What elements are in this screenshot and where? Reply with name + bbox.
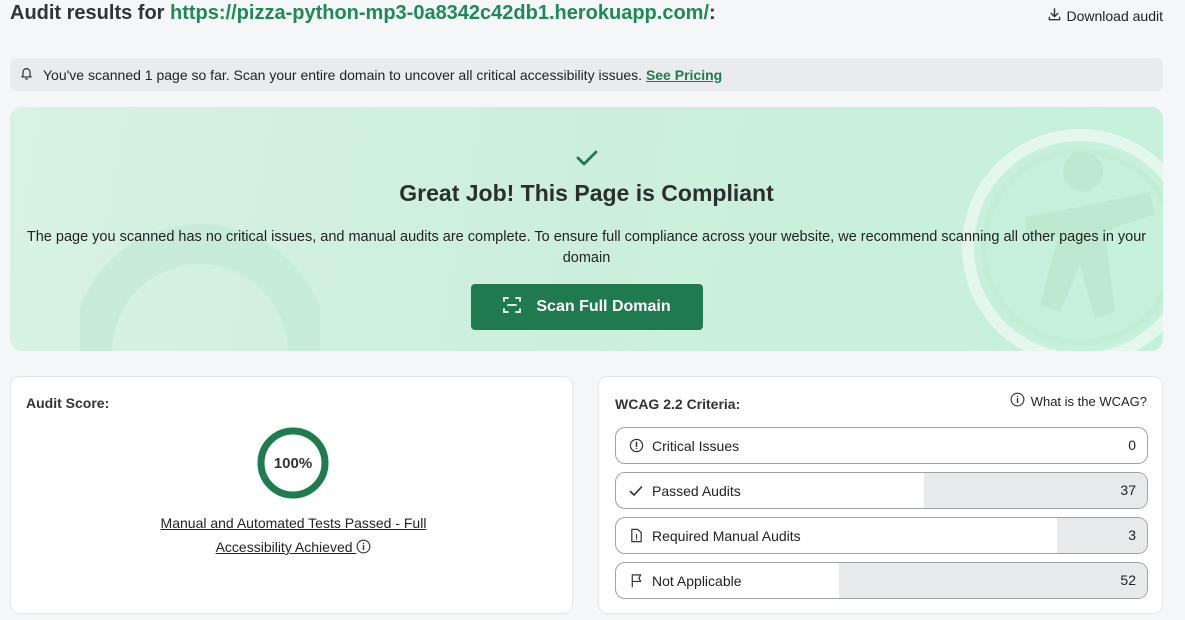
criteria-label: Required Manual Audits	[652, 527, 801, 544]
criteria-count: 0	[1128, 437, 1136, 453]
criteria-row-required-manual-audits[interactable]: Required Manual Audits 3	[615, 517, 1148, 554]
scan-full-domain-button[interactable]: Scan Full Domain	[470, 284, 703, 330]
download-label: Download audit	[1066, 8, 1163, 24]
bell-icon	[20, 66, 33, 83]
compliance-success-card: Great Job! This Page is Compliant The pa…	[10, 107, 1163, 351]
check-icon	[628, 483, 644, 499]
what-is-wcag-link[interactable]: What is the WCAG?	[1010, 392, 1147, 410]
criteria-row-critical-issues[interactable]: Critical Issues 0	[615, 427, 1148, 464]
scan-notice-banner: You've scanned 1 page so far. Scan your …	[10, 58, 1163, 91]
wcag-criteria-card: WCAG 2.2 Criteria: What is the WCAG? Cri…	[598, 376, 1163, 614]
row-fill	[839, 563, 1147, 598]
audit-score-title: Audit Score:	[26, 395, 110, 411]
row-fill	[923, 473, 1147, 508]
success-content: Great Job! This Page is Compliant The pa…	[10, 107, 1163, 351]
success-description: The page you scanned has no critical iss…	[26, 229, 1147, 266]
document-icon	[628, 528, 644, 544]
download-icon	[1047, 7, 1062, 25]
what-is-wcag-label: What is the WCAG?	[1030, 393, 1147, 409]
title-suffix: :	[709, 2, 716, 24]
page-title: Audit results for https://pizza-python-m…	[10, 2, 1165, 25]
scan-button-label: Scan Full Domain	[536, 298, 671, 315]
info-icon	[1010, 392, 1025, 410]
check-icon	[576, 149, 598, 172]
see-pricing-link[interactable]: See Pricing	[646, 67, 722, 83]
wcag-title: WCAG 2.2 Criteria:	[615, 396, 741, 412]
score-ring: 100%	[256, 426, 330, 500]
info-icon[interactable]	[356, 537, 371, 561]
audited-url[interactable]: https://pizza-python-mp3-0a8342c42db1.he…	[170, 2, 709, 24]
criteria-count: 37	[1120, 482, 1136, 498]
notice-message: You've scanned 1 page so far. Scan your …	[43, 66, 646, 83]
criteria-label: Critical Issues	[652, 437, 740, 454]
criteria-row-not-applicable[interactable]: Not Applicable 52	[615, 562, 1148, 599]
notice-text: You've scanned 1 page so far. Scan your …	[43, 67, 722, 83]
score-percent: 100%	[273, 454, 313, 472]
title-prefix: Audit results for	[10, 2, 171, 24]
alert-circle-icon	[628, 438, 644, 454]
criteria-label: Passed Audits	[652, 482, 741, 499]
scan-frame-icon	[502, 295, 522, 320]
score-summary-text: Manual and Automated Tests Passed - Full…	[160, 515, 427, 555]
criteria-row-passed-audits[interactable]: Passed Audits 37	[615, 472, 1148, 509]
criteria-label: Not Applicable	[652, 572, 742, 589]
flag-icon	[628, 573, 644, 589]
score-summary-link[interactable]: Manual and Automated Tests Passed - Full…	[151, 511, 436, 561]
success-heading: Great Job! This Page is Compliant	[399, 180, 774, 206]
page-header: Audit results for https://pizza-python-m…	[10, 2, 1165, 30]
download-audit-button[interactable]: Download audit	[1047, 7, 1163, 25]
criteria-count: 3	[1128, 527, 1136, 543]
audit-results-page: Audit results for https://pizza-python-m…	[0, 0, 1185, 620]
audit-score-card: Audit Score: 100% Manual and Automated T…	[10, 376, 573, 614]
criteria-count: 52	[1120, 572, 1136, 588]
